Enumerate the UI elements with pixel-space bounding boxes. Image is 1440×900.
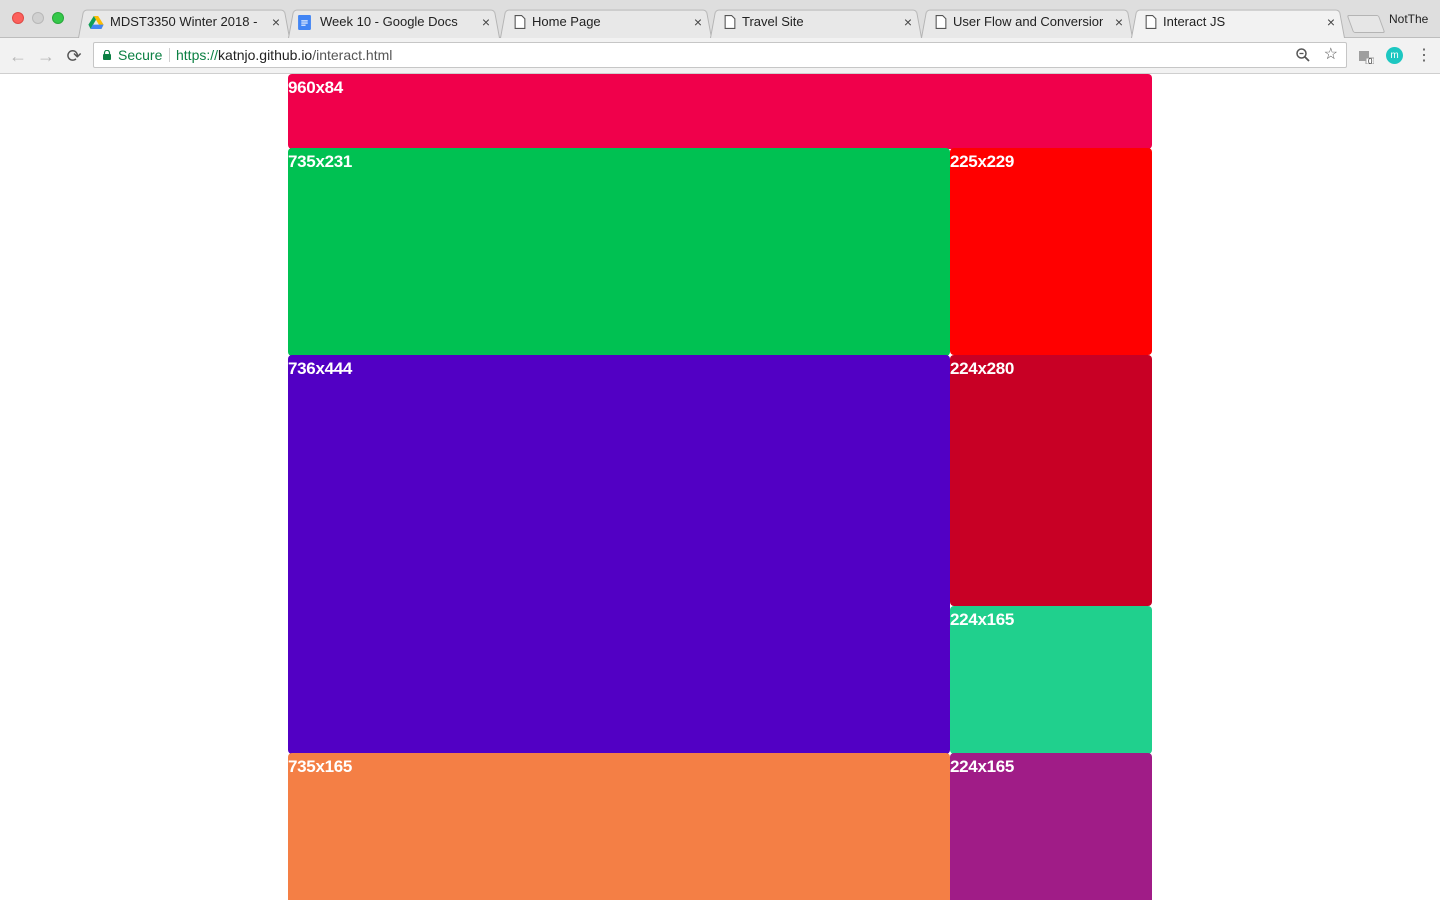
- block-size-label: 736x444: [288, 359, 353, 378]
- url-path: /interact.html: [312, 47, 393, 63]
- tab-travel-site[interactable]: Travel Site ×: [710, 8, 922, 38]
- address-bar[interactable]: Secure https://katnjo.github.io/interact…: [93, 42, 1347, 68]
- forward-arrow-icon[interactable]: →: [36, 46, 56, 66]
- url-scheme: https://: [176, 47, 219, 63]
- tab-user-flow[interactable]: User Flow and Conversion ×: [921, 8, 1133, 38]
- resizable-block-crimson[interactable]: 224x280: [950, 355, 1152, 606]
- tab-title: Interact JS: [1163, 14, 1226, 29]
- new-tab-button[interactable]: [1346, 15, 1386, 33]
- google-drive-icon: [88, 16, 104, 29]
- block-size-label: 224x165: [950, 610, 1015, 629]
- tab-home-page[interactable]: Home Page ×: [500, 8, 712, 38]
- tab-mdst3350[interactable]: MDST3350 Winter 2018 - G ×: [78, 8, 290, 38]
- page-icon: [935, 15, 947, 29]
- close-window-button[interactable]: [12, 12, 24, 24]
- block-size-label: 735x231: [288, 152, 353, 171]
- extension-icon[interactable]: 0: [1358, 48, 1375, 66]
- url-host: katnjo.github.io: [218, 47, 313, 63]
- zoom-icon[interactable]: [1296, 48, 1310, 62]
- tab-title: Week 10 - Google Docs: [320, 14, 458, 29]
- minimize-window-button[interactable]: [32, 12, 44, 24]
- tab-title: User Flow and Conversion: [953, 14, 1103, 29]
- extension-avatar[interactable]: m: [1386, 47, 1403, 64]
- tab-strip: MDST3350 Winter 2018 - G × Week 10 - Goo…: [0, 0, 1440, 38]
- resizable-block-green[interactable]: 735x231: [288, 148, 950, 356]
- close-icon[interactable]: ×: [482, 8, 490, 36]
- lock-icon: [103, 50, 111, 60]
- block-size-label: 735x165: [288, 757, 353, 776]
- close-icon[interactable]: ×: [1327, 8, 1335, 36]
- page-content: 960x84 735x231 225x229 736x444 224x280 2…: [0, 74, 1440, 900]
- back-arrow-icon[interactable]: ←: [8, 46, 28, 66]
- profile-name[interactable]: NotThe: [1389, 12, 1428, 26]
- resizable-block-violet[interactable]: 224x165: [950, 753, 1152, 900]
- maximize-window-button[interactable]: [52, 12, 64, 24]
- block-size-label: 225x229: [950, 152, 1015, 171]
- close-icon[interactable]: ×: [1115, 8, 1123, 36]
- block-size-label: 960x84: [288, 78, 343, 97]
- resizable-block-teal[interactable]: 224x165: [950, 606, 1152, 754]
- secure-label: Secure: [118, 47, 163, 63]
- page-icon: [1145, 15, 1157, 29]
- page-icon: [724, 15, 736, 29]
- resizable-block-purple[interactable]: 736x444: [288, 355, 950, 754]
- tab-title: Home Page: [532, 14, 601, 29]
- url-text[interactable]: https://katnjo.github.io/interact.html: [176, 43, 392, 67]
- tab-week10[interactable]: Week 10 - Google Docs ×: [288, 8, 500, 38]
- resizable-block-red[interactable]: 225x229: [950, 148, 1152, 355]
- tab-interact-js[interactable]: Interact JS ×: [1131, 8, 1345, 38]
- close-icon[interactable]: ×: [904, 8, 912, 36]
- extension-badge: 0: [1368, 57, 1373, 66]
- resizable-block-header[interactable]: 960x84: [288, 74, 1152, 149]
- block-size-label: 224x280: [950, 359, 1015, 378]
- page-icon: [514, 15, 526, 29]
- tab-title: Travel Site: [742, 14, 804, 29]
- menu-icon[interactable]: ⋮: [1416, 47, 1432, 65]
- bookmark-star-icon[interactable]: ☆: [1324, 45, 1338, 65]
- close-icon[interactable]: ×: [272, 8, 280, 36]
- block-size-label: 224x165: [950, 757, 1015, 776]
- browser-toolbar: ← → ⟳ Secure https://katnjo.github.io/in…: [0, 38, 1440, 74]
- google-docs-icon: [298, 15, 311, 30]
- resizable-block-orange[interactable]: 735x165: [288, 753, 950, 900]
- reload-icon[interactable]: ⟳: [64, 46, 84, 66]
- tab-title: MDST3350 Winter 2018 - G: [110, 14, 260, 29]
- close-icon[interactable]: ×: [694, 8, 702, 36]
- divider: [169, 48, 170, 62]
